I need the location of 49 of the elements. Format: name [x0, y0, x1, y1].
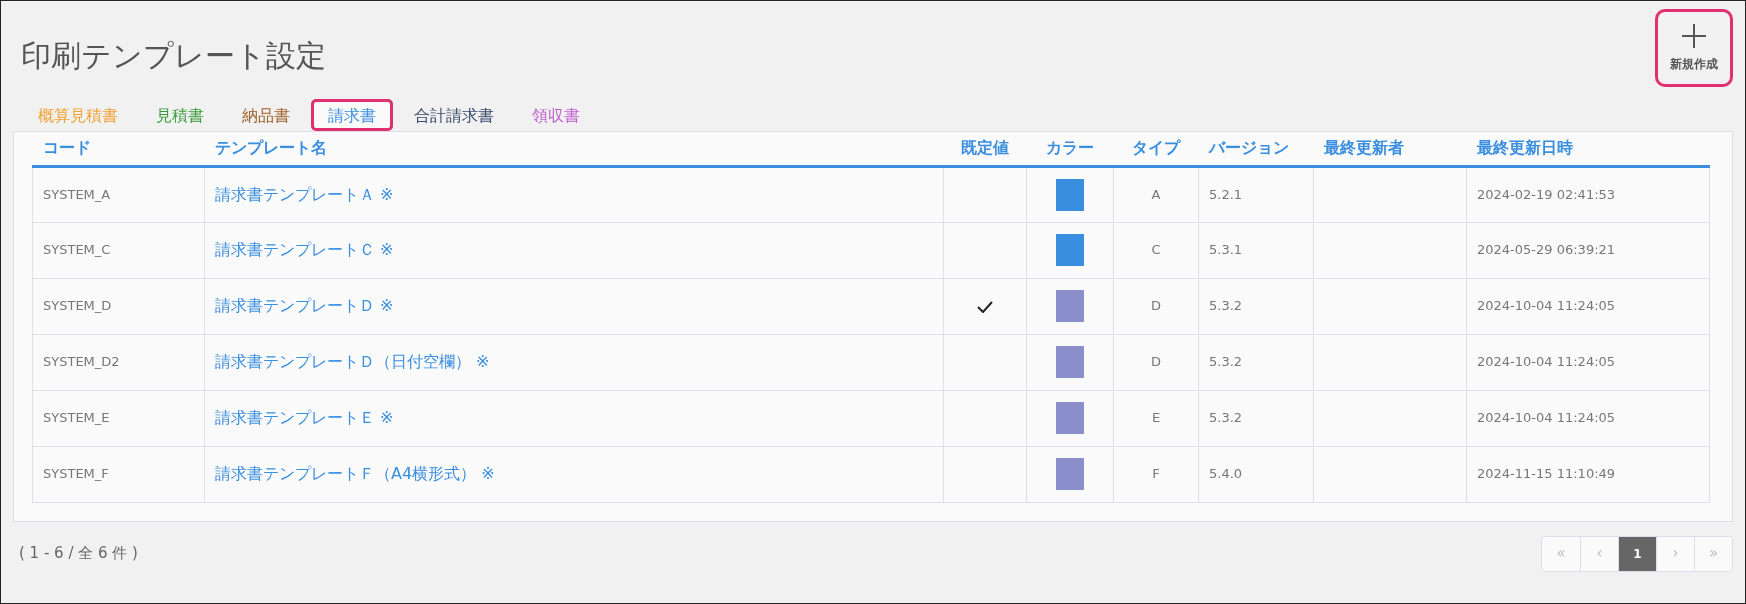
- table-cell: C: [1113, 222, 1199, 278]
- table-cell: F: [1113, 446, 1199, 502]
- column-header: 最終更新者: [1313, 132, 1467, 166]
- table-cell: 5.3.2: [1198, 334, 1314, 390]
- table-cell: 2024-10-04 11:24:05: [1466, 334, 1710, 390]
- table-cell: 2024-10-04 11:24:05: [1466, 390, 1710, 446]
- template-link[interactable]: 請求書テンプレートＡ ※: [204, 166, 944, 222]
- table-cell: E: [1113, 390, 1199, 446]
- table-cell: SYSTEM_E: [32, 390, 205, 446]
- table-cell: 5.4.0: [1198, 446, 1314, 502]
- template-link[interactable]: 請求書テンプレートＦ（A4横形式） ※: [204, 446, 944, 502]
- column-header: コード: [32, 132, 205, 166]
- template-link[interactable]: 請求書テンプレートＤ（日付空欄） ※: [204, 334, 944, 390]
- column-header: カラー: [1026, 132, 1114, 166]
- tab[interactable]: 領収書: [515, 99, 597, 131]
- table-cell: SYSTEM_C: [32, 222, 205, 278]
- table-cell: 2024-10-04 11:24:05: [1466, 278, 1710, 334]
- table-cell: 2024-02-19 02:41:53: [1466, 166, 1710, 222]
- table-cell: SYSTEM_D: [32, 278, 205, 334]
- table-cell: 5.3.2: [1198, 390, 1314, 446]
- column-header: 既定値: [943, 132, 1027, 166]
- table-cell: 2024-11-15 11:10:49: [1466, 446, 1710, 502]
- page-title: 印刷テンプレート設定: [21, 37, 326, 75]
- table-cell: D: [1113, 278, 1199, 334]
- tab[interactable]: 合計請求書: [397, 99, 511, 131]
- column-header: テンプレート名: [204, 132, 944, 166]
- table-cell: 5.3.2: [1198, 278, 1314, 334]
- tab[interactable]: 請求書: [311, 99, 393, 131]
- plus-icon: [1681, 23, 1707, 49]
- table-cell: D: [1113, 334, 1199, 390]
- template-link[interactable]: 請求書テンプレートＣ ※: [204, 222, 944, 278]
- table-cell: SYSTEM_F: [32, 446, 205, 502]
- template-link[interactable]: 請求書テンプレートＥ ※: [204, 390, 944, 446]
- table-cell: SYSTEM_A: [32, 166, 205, 222]
- table-cell: SYSTEM_D2: [32, 334, 205, 390]
- new-button[interactable]: 新規作成: [1655, 9, 1733, 87]
- table-cell: 5.3.1: [1198, 222, 1314, 278]
- column-header: バージョン: [1198, 132, 1314, 166]
- table-cell: 5.2.1: [1198, 166, 1314, 222]
- page-button[interactable]: 1: [1618, 536, 1656, 571]
- table-cell: 2024-05-29 06:39:21: [1466, 222, 1710, 278]
- tab[interactable]: 見積書: [139, 99, 221, 131]
- template-link[interactable]: 請求書テンプレートＤ ※: [204, 278, 944, 334]
- record-count: ( 1 - 6 / 全 6 件 ): [19, 543, 138, 565]
- column-header: タイプ: [1113, 132, 1199, 166]
- tab[interactable]: 納品書: [225, 99, 307, 131]
- table-cell: A: [1113, 166, 1199, 222]
- column-header: 最終更新日時: [1466, 132, 1710, 166]
- tab[interactable]: 概算見積書: [21, 99, 135, 131]
